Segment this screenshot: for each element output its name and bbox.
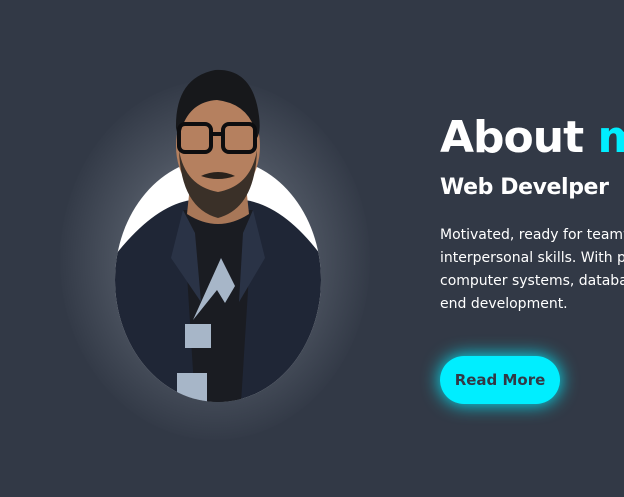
about-text: About me Web Develper Motivated, ready f… [440,112,624,316]
profile-photo [113,58,323,403]
about-heading: About me [440,112,624,164]
about-section: About me Web Develper Motivated, ready f… [0,0,624,497]
bio-line: interpersonal skills. With previ [440,250,624,266]
about-bio: Motivated, ready for teamwor interperson… [440,224,624,316]
bio-line: Motivated, ready for teamwor [440,227,624,243]
heading-accent: me [597,112,624,163]
read-more-button[interactable]: Read More [440,356,560,404]
bio-line: computer systems, database [440,273,624,289]
bio-line: end development. [440,296,568,312]
about-subtitle: Web Develper [440,175,609,200]
heading-main: About [440,112,584,163]
